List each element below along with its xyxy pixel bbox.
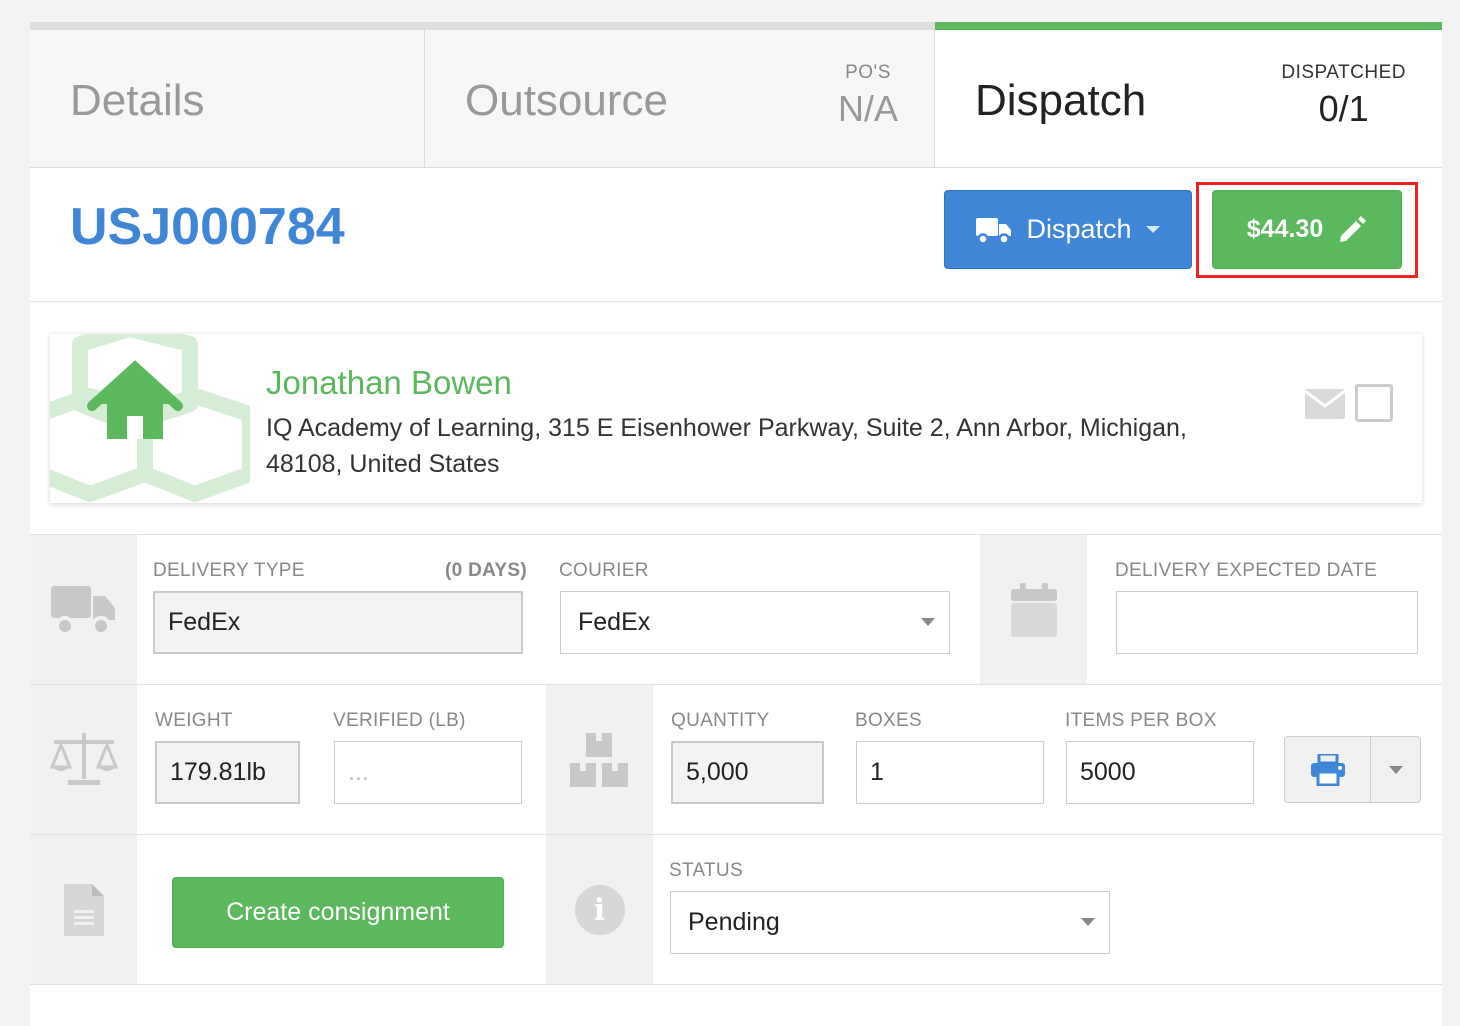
status-label: STATUS bbox=[669, 860, 743, 881]
document-icon bbox=[63, 884, 104, 936]
chevron-down-icon bbox=[1081, 918, 1095, 926]
boxes-icon bbox=[569, 733, 628, 787]
verified-placeholder: ... bbox=[348, 758, 369, 786]
quantity-value: 5,000 bbox=[686, 758, 749, 786]
courier-label: COURIER bbox=[559, 560, 649, 581]
delivery-type-value: FedEx bbox=[168, 608, 241, 636]
boxes-label: BOXES bbox=[855, 710, 922, 731]
tab-bar: Details Outsource PO'S N/A Dispatch DISP… bbox=[30, 22, 1442, 168]
recipient-address: IQ Academy of Learning, 315 E Eisenhower… bbox=[266, 414, 1187, 478]
boxes-value: 1 bbox=[870, 758, 884, 786]
create-consignment-button[interactable]: Create consignment bbox=[172, 877, 504, 948]
quantity-field[interactable]: 5,000 bbox=[671, 741, 824, 804]
delivery-row: DELIVERY TYPE (0 DAYS) FedEx COURIER Fed… bbox=[30, 534, 1442, 685]
home-boxes-icon bbox=[50, 334, 250, 503]
empty-row bbox=[30, 984, 1442, 1026]
envelope-icon[interactable] bbox=[1305, 389, 1345, 419]
select-checkbox[interactable] bbox=[1355, 384, 1393, 422]
dispatch-button-label: Dispatch bbox=[1026, 214, 1132, 244]
expected-date-field[interactable] bbox=[1116, 591, 1418, 654]
dispatched-stat-value: 0/1 bbox=[1318, 88, 1369, 129]
info-side: i bbox=[546, 835, 653, 985]
boxes-input[interactable]: 1 bbox=[856, 741, 1044, 804]
dispatched-stat: DISPATCHED 0/1 bbox=[1281, 62, 1406, 130]
weight-label: WEIGHT bbox=[155, 710, 233, 731]
verified-weight-input[interactable]: ... bbox=[334, 741, 522, 804]
create-consignment-label: Create consignment bbox=[226, 898, 450, 926]
courier-select[interactable]: FedEx bbox=[560, 591, 950, 654]
print-button[interactable] bbox=[1285, 737, 1371, 802]
info-icon: i bbox=[574, 885, 625, 935]
quantity-label: QUANTITY bbox=[671, 710, 770, 731]
tab-details[interactable]: Details bbox=[30, 22, 425, 167]
verified-label: VERIFIED (LB) bbox=[333, 710, 466, 731]
tab-outsource[interactable]: Outsource PO'S N/A bbox=[425, 22, 935, 167]
weight-row: WEIGHT 179.81lb VERIFIED (LB) ... QUANTI… bbox=[30, 684, 1442, 835]
address-card: Jonathan Bowen IQ Academy of Learning, 3… bbox=[50, 334, 1422, 503]
items-per-box-value: 5000 bbox=[1080, 758, 1136, 786]
delivery-side bbox=[30, 535, 137, 685]
status-row: Create consignment i STATUS Pending bbox=[30, 834, 1442, 985]
pos-stat-label: PO'S bbox=[845, 62, 891, 83]
dispatched-stat-label: DISPATCHED bbox=[1281, 62, 1406, 83]
status-select[interactable]: Pending bbox=[670, 891, 1110, 954]
printer-icon bbox=[1310, 753, 1345, 786]
pos-stat: PO'S N/A bbox=[838, 62, 898, 130]
chevron-down-icon bbox=[1388, 765, 1403, 774]
truck-icon bbox=[50, 586, 115, 636]
scale-side bbox=[30, 685, 137, 835]
calendar-side bbox=[980, 535, 1087, 685]
job-id: USJ000784 bbox=[70, 198, 345, 256]
pos-stat-value: N/A bbox=[837, 88, 898, 129]
tab-dispatch-label: Dispatch bbox=[975, 76, 1147, 125]
dispatch-button[interactable]: Dispatch bbox=[944, 190, 1192, 269]
tab-details-label: Details bbox=[70, 76, 205, 125]
weight-field[interactable]: 179.81lb bbox=[155, 741, 300, 804]
truck-icon bbox=[976, 217, 1012, 244]
print-button-group bbox=[1284, 736, 1421, 803]
items-per-box-label: ITEMS PER BOX bbox=[1065, 710, 1217, 731]
scale-icon bbox=[49, 733, 118, 785]
status-value: Pending bbox=[688, 908, 780, 936]
boxes-side bbox=[546, 685, 653, 835]
delivery-days-label: (0 DAYS) bbox=[445, 560, 527, 581]
calendar-icon bbox=[1010, 583, 1057, 637]
expected-date-label: DELIVERY EXPECTED DATE bbox=[1115, 560, 1378, 581]
print-options-toggle[interactable] bbox=[1371, 737, 1420, 802]
tab-outsource-label: Outsource bbox=[465, 76, 668, 125]
chevron-down-icon bbox=[1145, 226, 1160, 233]
job-header: USJ000784 Dispatch $44.30 bbox=[30, 167, 1442, 302]
dispatch-panel: Details Outsource PO'S N/A Dispatch DISP… bbox=[30, 22, 1442, 1026]
recipient-name: Jonathan Bowen bbox=[266, 364, 512, 401]
highlight-box bbox=[1196, 182, 1418, 278]
delivery-type-label: DELIVERY TYPE bbox=[153, 560, 305, 581]
weight-value: 179.81lb bbox=[170, 758, 266, 786]
tab-dispatch[interactable]: Dispatch DISPATCHED 0/1 bbox=[935, 22, 1442, 167]
chevron-down-icon bbox=[921, 618, 935, 626]
items-per-box-input[interactable]: 5000 bbox=[1066, 741, 1254, 804]
document-side bbox=[30, 835, 137, 985]
delivery-type-field[interactable]: FedEx bbox=[153, 591, 523, 654]
courier-value: FedEx bbox=[578, 608, 651, 636]
